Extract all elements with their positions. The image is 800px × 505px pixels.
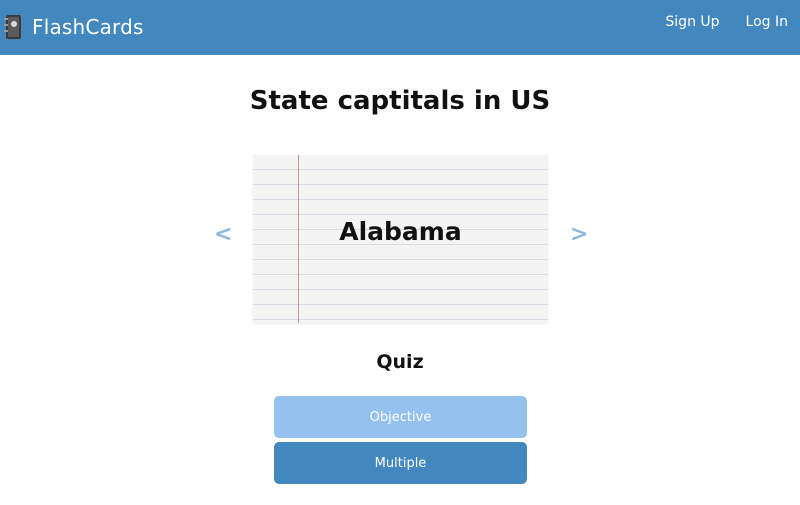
navbar: FlashCards Sign Up Log In [0, 0, 800, 55]
quiz-heading: Quiz [376, 351, 424, 373]
brand-name: FlashCards [32, 15, 144, 39]
brand-link[interactable]: FlashCards [4, 9, 144, 45]
card-term: Alabama [339, 217, 462, 246]
prev-card-button[interactable]: < [214, 222, 232, 247]
deck-title: State captitals in US [249, 86, 551, 116]
flashcard[interactable]: Alabama [253, 155, 548, 323]
objective-quiz-button[interactable]: Objective [274, 396, 527, 438]
next-card-button[interactable]: > [570, 222, 588, 247]
login-link[interactable]: Log In [746, 14, 788, 30]
multiple-quiz-button[interactable]: Multiple [274, 442, 527, 484]
notebook-icon [4, 15, 21, 39]
signup-link[interactable]: Sign Up [665, 14, 719, 30]
nav-links: Sign Up Log In [665, 14, 788, 30]
